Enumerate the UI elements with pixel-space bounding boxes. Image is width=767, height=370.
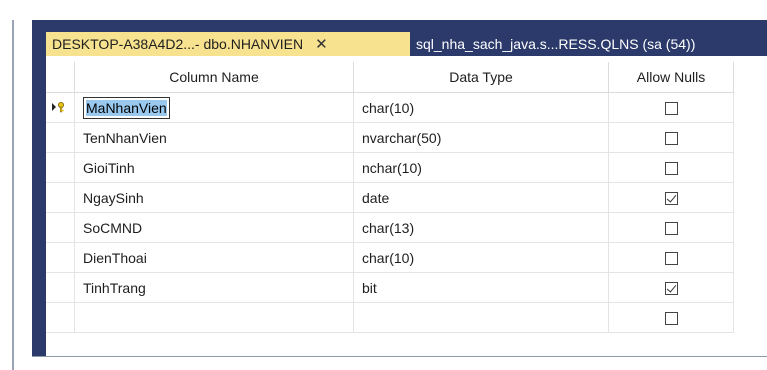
data-type-cell[interactable] [353,302,609,333]
data-type-header[interactable]: Data Type [353,62,609,93]
column-name-cell[interactable]: SoCMND [74,212,354,243]
editor-frame-border [12,20,14,370]
allow-nulls-checkbox[interactable] [664,222,678,236]
table-row-new[interactable] [46,302,734,333]
allow-nulls-checkbox[interactable] [664,252,678,266]
row-selector[interactable] [46,152,75,183]
column-name-cell[interactable]: DienThoai [74,242,354,273]
column-design-grid: Column Name Data Type Allow Nulls MaNhan… [46,62,734,333]
allow-nulls-checkbox[interactable] [664,312,678,326]
table-row[interactable]: TenNhanVien nvarchar(50) [46,122,734,153]
allow-nulls-cell[interactable] [608,122,734,153]
row-selector-header [46,62,75,93]
close-icon[interactable]: ✕ [315,35,328,53]
table-row[interactable]: MaNhanVien char(10) [46,92,734,123]
column-name-input[interactable]: MaNhanVien [83,96,170,119]
allow-nulls-checkbox[interactable] [664,192,678,206]
row-selector[interactable] [46,242,75,273]
allow-nulls-cell[interactable] [608,92,734,123]
row-selector[interactable] [46,92,75,123]
row-selector[interactable] [46,302,75,333]
data-type-cell[interactable]: char(13) [353,212,609,243]
document-tab-strip: DESKTOP-A38A4D2...- dbo.NHANVIEN ✕ sql_n… [32,20,767,56]
allow-nulls-cell[interactable] [608,182,734,213]
column-name-cell[interactable]: GioiTinh [74,152,354,183]
grid-side-bar [32,56,46,356]
allow-nulls-checkbox[interactable] [664,102,678,116]
row-selector[interactable] [46,212,75,243]
allow-nulls-checkbox[interactable] [664,132,678,146]
grid-header-row: Column Name Data Type Allow Nulls [46,62,734,93]
table-row[interactable]: GioiTinh nchar(10) [46,152,734,183]
allow-nulls-cell[interactable] [608,152,734,183]
column-name-cell[interactable]: NgaySinh [74,182,354,213]
allow-nulls-checkbox[interactable] [664,282,678,296]
row-selector[interactable] [46,182,75,213]
grid-bottom-border [32,356,767,357]
allow-nulls-cell[interactable] [608,272,734,303]
data-type-cell[interactable]: char(10) [353,92,609,123]
tab-label: DESKTOP-A38A4D2...- dbo.NHANVIEN [52,36,304,52]
allow-nulls-header[interactable]: Allow Nulls [608,62,734,93]
data-type-cell[interactable]: nvarchar(50) [353,122,609,153]
column-name-cell[interactable]: TinhTrang [74,272,354,303]
tab-nhanvien-design[interactable]: DESKTOP-A38A4D2...- dbo.NHANVIEN ✕ [46,32,410,56]
column-name-cell[interactable]: TenNhanVien [74,122,354,153]
data-type-cell[interactable]: char(10) [353,242,609,273]
table-row[interactable]: NgaySinh date [46,182,734,213]
data-type-cell[interactable]: nchar(10) [353,152,609,183]
table-row[interactable]: TinhTrang bit [46,272,734,303]
row-selector[interactable] [46,122,75,153]
allow-nulls-cell[interactable] [608,212,734,243]
data-type-cell[interactable]: date [353,182,609,213]
column-name-header[interactable]: Column Name [74,62,354,93]
allow-nulls-cell[interactable] [608,242,734,273]
table-row[interactable]: DienThoai char(10) [46,242,734,273]
table-row[interactable]: SoCMND char(13) [46,212,734,243]
tab-label: sql_nha_sach_java.s...RESS.QLNS (sa (54)… [416,36,696,52]
data-type-cell[interactable]: bit [353,272,609,303]
row-selector[interactable] [46,272,75,303]
column-name-cell[interactable] [74,302,354,333]
column-name-cell[interactable]: MaNhanVien [74,92,354,123]
allow-nulls-cell[interactable] [608,302,734,333]
tab-sql-query[interactable]: sql_nha_sach_java.s...RESS.QLNS (sa (54)… [410,32,720,56]
table-designer-window: DESKTOP-A38A4D2...- dbo.NHANVIEN ✕ sql_n… [0,0,767,370]
allow-nulls-checkbox[interactable] [664,162,678,176]
primary-key-icon [52,101,68,113]
